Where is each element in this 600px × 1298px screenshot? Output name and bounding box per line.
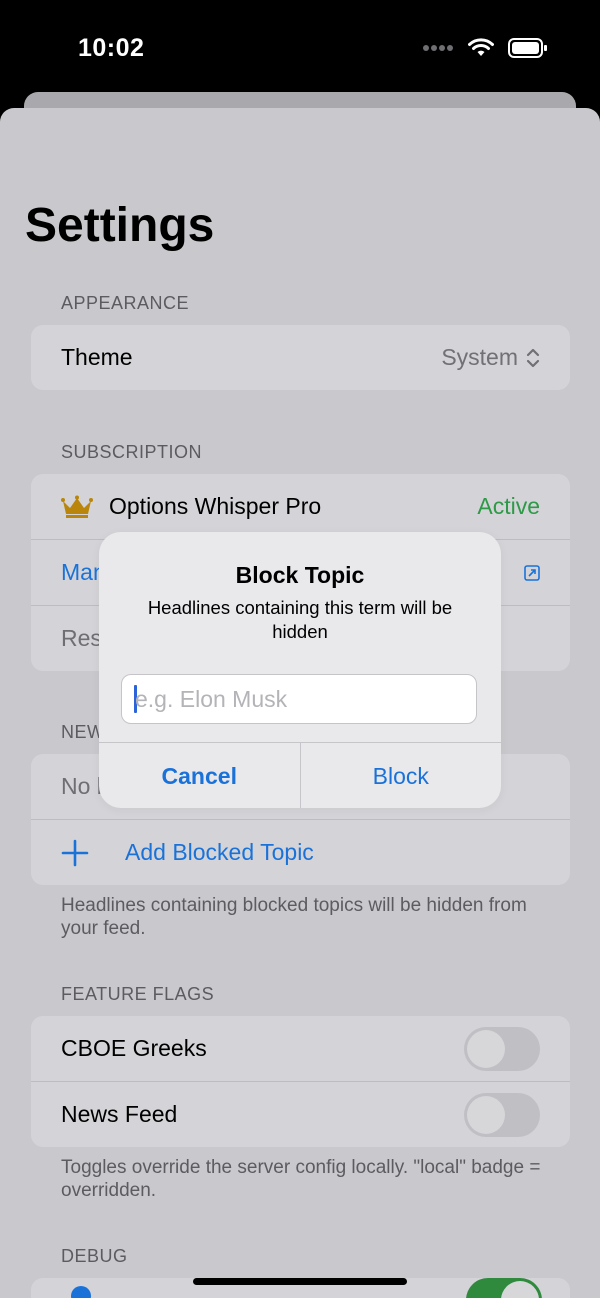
status-icons <box>422 38 548 58</box>
status-time: 10:02 <box>78 34 145 62</box>
wifi-icon <box>468 38 494 56</box>
signal-icon <box>423 45 453 51</box>
subscription-status-row: Options Whisper Pro Active <box>31 474 570 539</box>
battery-icon <box>508 38 547 58</box>
chevron-up-down-icon <box>526 348 540 367</box>
news-feed-toggle[interactable] <box>464 1092 540 1137</box>
cancel-button[interactable]: Cancel <box>99 743 301 808</box>
product-name: Options Whisper Pro <box>109 493 322 519</box>
cboe-greeks-toggle[interactable] <box>464 1026 540 1071</box>
section-header-debug: DEBUG <box>61 1246 128 1266</box>
block-topic-alert: Block Topic Headlines containing this te… <box>99 532 501 808</box>
theme-picker[interactable]: System <box>441 344 540 371</box>
section-header-feature-flags: FEATURE FLAGS <box>61 984 215 1004</box>
subscription-status-badge: Active <box>477 493 540 519</box>
status-bar: 10:02 <box>0 0 600 100</box>
debug-row-icon <box>71 1286 91 1298</box>
section-header-subscription: SUBSCRIPTION <box>61 442 203 462</box>
flag-row-cboe-greeks: CBOE Greeks <box>31 1016 570 1081</box>
flag-label-news-feed: News Feed <box>61 1101 178 1127</box>
page-title: Settings <box>25 199 215 252</box>
external-link-icon <box>524 564 540 581</box>
feature-flags-card: CBOE Greeks News Feed <box>31 1016 570 1147</box>
theme-label: Theme <box>61 344 133 370</box>
alert-title: Block Topic <box>235 562 365 588</box>
debug-toggle[interactable] <box>466 1278 542 1298</box>
add-blocked-topic-row[interactable]: Add Blocked Topic <box>31 819 570 885</box>
theme-row[interactable]: Theme System <box>31 325 570 390</box>
alert-button-bar: Cancel Block <box>99 742 501 808</box>
plus-icon <box>61 839 89 866</box>
home-indicator <box>193 1278 407 1285</box>
news-filter-footer: Headlines containing blocked topics will… <box>61 895 527 939</box>
flag-label-cboe-greeks: CBOE Greeks <box>61 1035 207 1061</box>
appearance-card: Theme System <box>31 325 570 390</box>
topic-input[interactable]: e.g. Elon Musk <box>121 674 477 724</box>
flag-row-news-feed: News Feed <box>31 1081 570 1147</box>
block-button[interactable]: Block <box>301 743 502 808</box>
add-blocked-topic-button[interactable]: Add Blocked Topic <box>125 839 314 866</box>
alert-message: Headlines containing this term will be h… <box>147 597 453 642</box>
theme-value: System <box>441 344 518 370</box>
feature-flags-footer: Toggles override the server config local… <box>61 1157 541 1201</box>
section-header-appearance: APPEARANCE <box>61 293 190 313</box>
crown-icon <box>61 495 93 518</box>
topic-input-placeholder: e.g. Elon Musk <box>135 685 288 712</box>
